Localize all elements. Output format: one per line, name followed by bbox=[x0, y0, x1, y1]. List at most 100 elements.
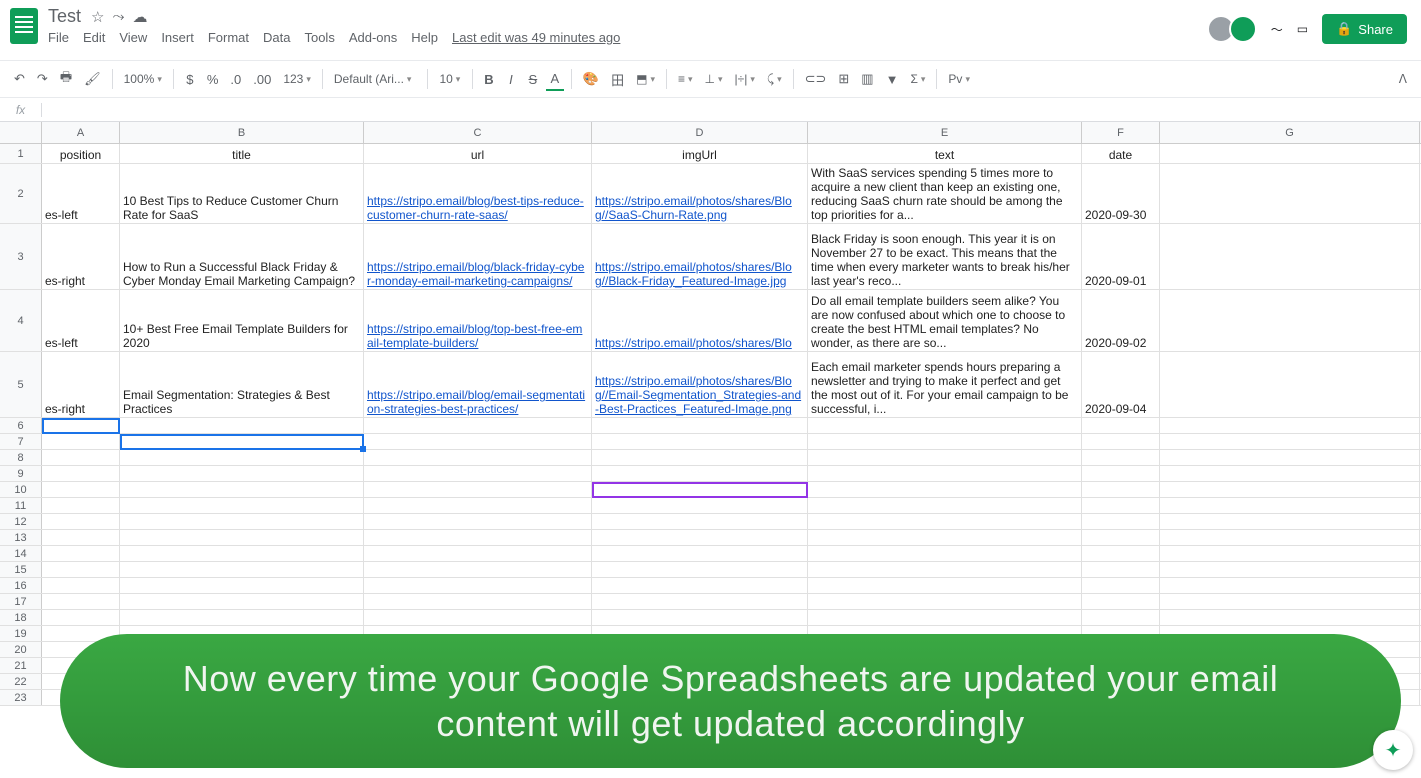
cell[interactable]: Do all email template builders seem alik… bbox=[808, 290, 1082, 351]
cell[interactable] bbox=[364, 434, 592, 449]
cell[interactable] bbox=[1160, 514, 1420, 529]
cell[interactable] bbox=[1160, 498, 1420, 513]
paint-format-button[interactable]: 🖌 bbox=[80, 68, 105, 90]
menu-edit[interactable]: Edit bbox=[83, 30, 105, 45]
row-header[interactable]: 21 bbox=[0, 658, 42, 673]
row-header[interactable]: 3 bbox=[0, 224, 42, 289]
cell[interactable] bbox=[592, 578, 808, 593]
cell[interactable] bbox=[364, 482, 592, 497]
row-header[interactable]: 12 bbox=[0, 514, 42, 529]
cell[interactable] bbox=[1160, 144, 1420, 163]
cell[interactable] bbox=[592, 594, 808, 609]
currency-button[interactable]: $ bbox=[181, 69, 199, 90]
cell[interactable] bbox=[1160, 482, 1420, 497]
borders-button[interactable]: 田 bbox=[607, 67, 628, 92]
sheets-logo[interactable] bbox=[10, 8, 38, 44]
cell[interactable] bbox=[120, 530, 364, 545]
row-header[interactable]: 9 bbox=[0, 466, 42, 481]
row-header[interactable]: 23 bbox=[0, 690, 42, 705]
cell[interactable] bbox=[808, 450, 1082, 465]
cell[interactable] bbox=[364, 514, 592, 529]
row-header[interactable]: 22 bbox=[0, 674, 42, 689]
cell[interactable] bbox=[120, 514, 364, 529]
cell[interactable] bbox=[808, 482, 1082, 497]
cell[interactable]: How to Run a Successful Black Friday & C… bbox=[120, 224, 364, 289]
undo-button[interactable]: ↶ bbox=[10, 68, 29, 90]
wrap-dropdown[interactable]: |÷| bbox=[731, 70, 759, 88]
cell[interactable] bbox=[808, 594, 1082, 609]
cell[interactable] bbox=[1160, 546, 1420, 561]
cell[interactable] bbox=[808, 418, 1082, 433]
row-header[interactable]: 15 bbox=[0, 562, 42, 577]
cell[interactable]: Black Friday is soon enough. This year i… bbox=[808, 224, 1082, 289]
cell[interactable] bbox=[808, 514, 1082, 529]
italic-button[interactable]: I bbox=[502, 69, 520, 90]
cell[interactable]: https://stripo.email/blog/top-best-free-… bbox=[364, 290, 592, 351]
cell[interactable] bbox=[42, 530, 120, 545]
menu-insert[interactable]: Insert bbox=[161, 30, 194, 45]
cell[interactable] bbox=[1082, 562, 1160, 577]
cell[interactable] bbox=[120, 498, 364, 513]
star-icon[interactable]: ☆ bbox=[91, 8, 104, 26]
link-button[interactable]: ⊂⊃ bbox=[801, 68, 831, 90]
menu-help[interactable]: Help bbox=[411, 30, 438, 45]
stripo-floating-icon[interactable]: ✦ bbox=[1373, 730, 1413, 770]
formula-input[interactable] bbox=[42, 108, 1421, 112]
cell[interactable] bbox=[808, 498, 1082, 513]
cell[interactable] bbox=[42, 482, 120, 497]
cell[interactable] bbox=[1082, 418, 1160, 433]
row-header[interactable]: 14 bbox=[0, 546, 42, 561]
functions-dropdown[interactable]: Σ bbox=[906, 70, 929, 88]
cell[interactable]: https://stripo.email/photos/shares/Blog/… bbox=[592, 224, 808, 289]
cell[interactable] bbox=[1082, 482, 1160, 497]
cell[interactable]: url bbox=[364, 144, 592, 163]
cell[interactable] bbox=[1160, 562, 1420, 577]
cell[interactable] bbox=[1160, 466, 1420, 481]
cell[interactable] bbox=[364, 450, 592, 465]
cell[interactable] bbox=[42, 434, 120, 449]
font-dropdown[interactable]: Default (Ari... bbox=[330, 70, 420, 88]
cell[interactable] bbox=[364, 466, 592, 481]
decrease-decimal-button[interactable]: .0 bbox=[226, 69, 245, 90]
cell[interactable] bbox=[364, 594, 592, 609]
cell[interactable] bbox=[808, 610, 1082, 625]
row-header[interactable]: 6 bbox=[0, 418, 42, 433]
cell[interactable] bbox=[42, 610, 120, 625]
menu-view[interactable]: View bbox=[119, 30, 147, 45]
cell[interactable]: https://stripo.email/photos/shares/Blo bbox=[592, 290, 808, 351]
cell[interactable]: https://stripo.email/blog/best-tips-redu… bbox=[364, 164, 592, 223]
cell[interactable] bbox=[1160, 290, 1420, 351]
cell[interactable]: title bbox=[120, 144, 364, 163]
col-header[interactable]: G bbox=[1160, 122, 1420, 143]
zoom-dropdown[interactable]: 100% bbox=[120, 70, 166, 88]
cell[interactable]: 2020-09-01 bbox=[1082, 224, 1160, 289]
number-format-dropdown[interactable]: 123 bbox=[279, 70, 315, 88]
row-header[interactable]: 10 bbox=[0, 482, 42, 497]
cell[interactable] bbox=[1082, 610, 1160, 625]
cell[interactable] bbox=[42, 578, 120, 593]
row-header[interactable]: 1 bbox=[0, 144, 42, 163]
menu-format[interactable]: Format bbox=[208, 30, 249, 45]
cell[interactable] bbox=[364, 610, 592, 625]
cell[interactable] bbox=[1160, 164, 1420, 223]
cell[interactable]: date bbox=[1082, 144, 1160, 163]
cell[interactable] bbox=[808, 434, 1082, 449]
cell[interactable] bbox=[364, 562, 592, 577]
row-header[interactable]: 11 bbox=[0, 498, 42, 513]
cell[interactable]: With SaaS services spending 5 times more… bbox=[808, 164, 1082, 223]
cell[interactable]: es-left bbox=[42, 290, 120, 351]
cell[interactable] bbox=[120, 434, 364, 449]
col-header[interactable]: D bbox=[592, 122, 808, 143]
cell[interactable] bbox=[1160, 418, 1420, 433]
cell[interactable]: es-right bbox=[42, 352, 120, 417]
cell[interactable]: es-left bbox=[42, 164, 120, 223]
cell[interactable] bbox=[42, 418, 120, 433]
cell[interactable]: Each email marketer spends hours prepari… bbox=[808, 352, 1082, 417]
cell[interactable] bbox=[1082, 594, 1160, 609]
cell[interactable]: 10+ Best Free Email Template Builders fo… bbox=[120, 290, 364, 351]
cloud-icon[interactable]: ☁ bbox=[132, 8, 147, 26]
redo-button[interactable]: ↷ bbox=[33, 68, 52, 90]
cell[interactable] bbox=[120, 562, 364, 577]
collaborator-avatars[interactable] bbox=[1213, 15, 1257, 43]
cell[interactable] bbox=[1082, 498, 1160, 513]
